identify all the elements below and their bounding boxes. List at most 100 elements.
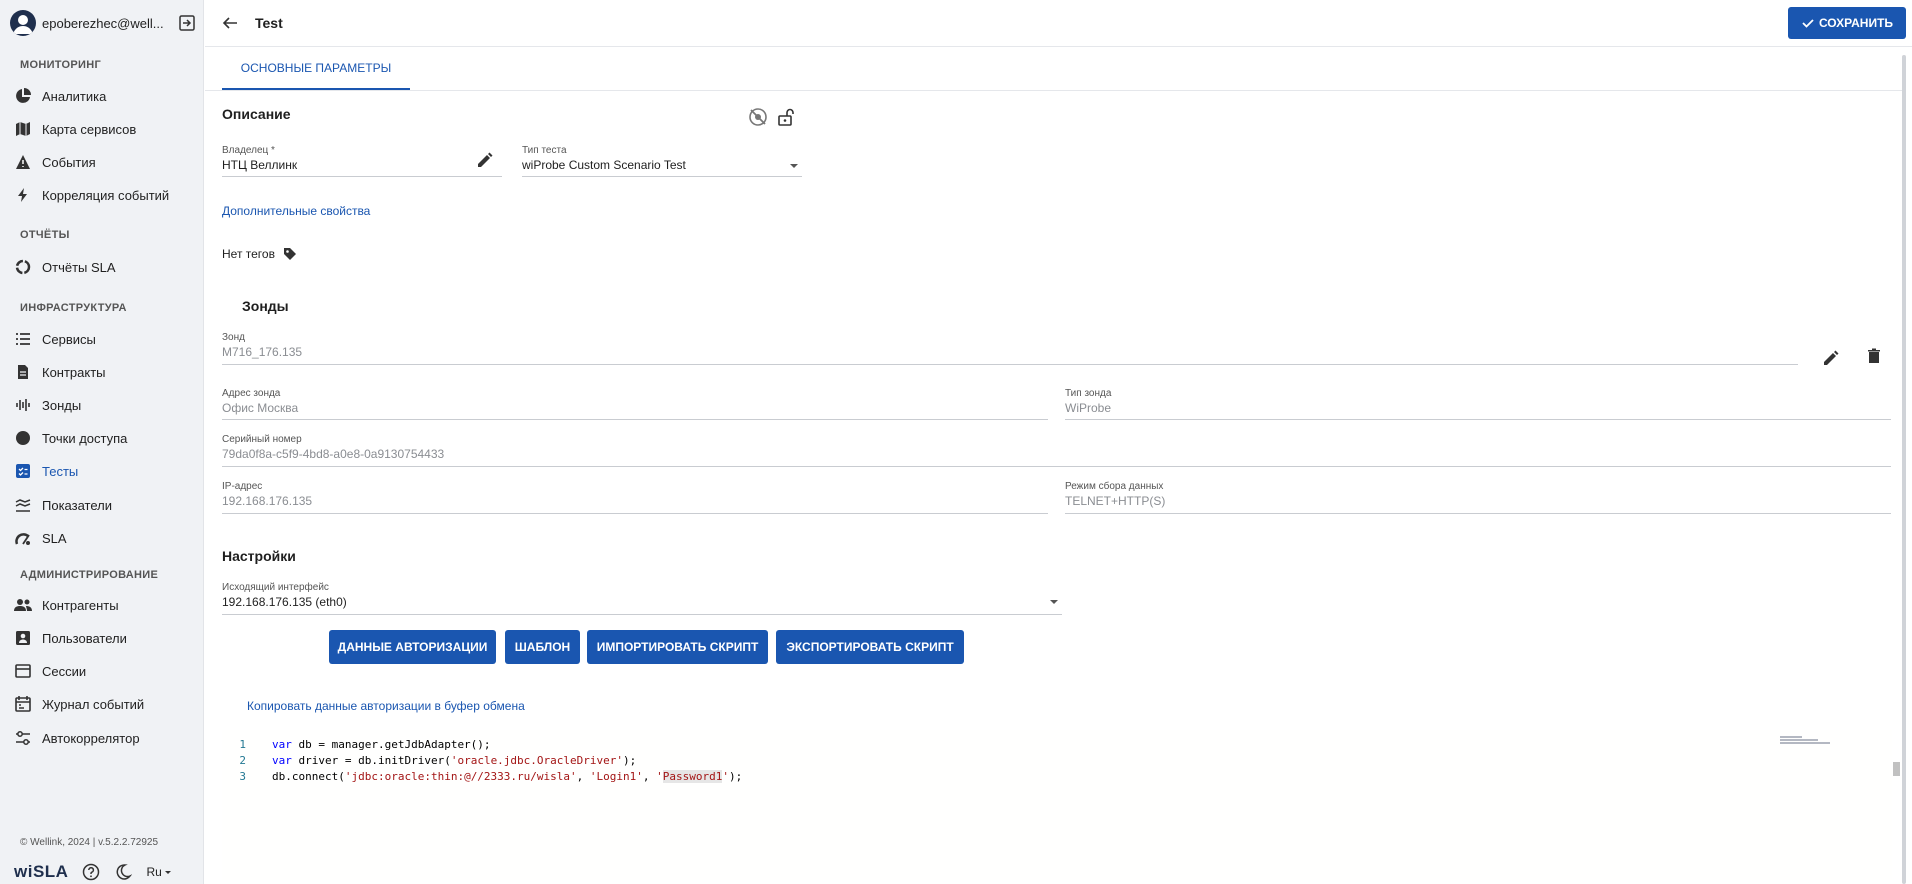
line-number: 3 <box>239 770 246 783</box>
probes-heading: Зонды <box>242 298 289 314</box>
ip-address-field: IP-адрес 192.168.176.135 <box>222 481 1048 514</box>
sidebar-item-label: Отчёты SLA <box>42 259 116 275</box>
auth-data-button[interactable]: ДАННЫЕ АВТОРИЗАЦИИ <box>329 630 496 664</box>
edit-icon[interactable] <box>1822 349 1842 369</box>
sidebar-item-label: Точки доступа <box>42 430 128 446</box>
sidebar-item-service-map[interactable]: Карта сервисов <box>14 118 136 140</box>
editor-scrollbar-thumb[interactable] <box>1893 762 1900 776</box>
sidebar-item-event-correlation[interactable]: Корреляция событий <box>14 184 169 206</box>
waveform-icon <box>14 396 32 414</box>
section-reports: ОТЧЁТЫ <box>20 229 70 241</box>
sidebar-item-metrics[interactable]: Показатели <box>14 494 112 516</box>
tab-divider <box>205 90 1905 91</box>
ip-address-label: IP-адрес <box>222 481 263 492</box>
additional-properties-link[interactable]: Дополнительные свойства <box>222 204 370 218</box>
outgoing-interface-label: Исходящий интерфейс <box>222 582 329 593</box>
sidebar-item-event-log[interactable]: Журнал событий <box>14 693 144 715</box>
test-type-select[interactable]: Тип теста wiProbe Custom Scenario Test <box>522 145 802 177</box>
visibility-off-icon[interactable] <box>748 107 768 127</box>
probe-field[interactable]: Зонд M716_176.135 <box>222 332 1798 365</box>
probe-type-value: WiProbe <box>1065 401 1112 415</box>
page-title: Test <box>255 15 283 31</box>
probe-address-field: Адрес зонда Офис Москва <box>222 388 1048 420</box>
minimap-line <box>1780 739 1818 741</box>
probe-type-label: Тип зонда <box>1065 388 1112 399</box>
tests-icon <box>14 462 32 480</box>
tab-main-parameters[interactable]: ОСНОВНЫЕ ПАРАМЕТРЫ <box>222 48 410 90</box>
section-infrastructure: ИНФРАСТРУКТУРА <box>20 302 127 314</box>
user-card-icon <box>14 629 32 647</box>
ip-address-value: 192.168.176.135 <box>222 494 313 508</box>
owner-field[interactable]: Владелец * НТЦ Веллинк <box>222 145 502 177</box>
dark-mode-icon[interactable] <box>114 863 133 881</box>
save-button-label: СОХРАНИТЬ <box>1818 16 1894 30</box>
editor-minimap[interactable] <box>1780 736 1890 746</box>
tag-icon[interactable] <box>283 247 297 261</box>
code-text: var driver = db.initDriver('oracle.jdbc.… <box>272 754 637 767</box>
outgoing-interface-value: 192.168.176.135 (eth0) <box>222 595 347 609</box>
edit-icon[interactable] <box>476 151 496 171</box>
serial-number-label: Серийный номер <box>222 434 302 445</box>
document-icon <box>14 363 32 381</box>
sidebar-item-sla-reports[interactable]: Отчёты SLA <box>14 256 116 278</box>
sidebar-item-autocorrelator[interactable]: Автокоррелятор <box>14 727 140 749</box>
section-monitoring: МОНИТОРИНГ <box>20 59 101 71</box>
sidebar-item-sessions[interactable]: Сессии <box>14 660 86 682</box>
help-icon[interactable] <box>82 863 100 881</box>
sidebar-item-counterparties[interactable]: Контрагенты <box>14 594 119 616</box>
no-tags-label: Нет тегов <box>222 247 275 261</box>
settings-heading: Настройки <box>222 548 296 564</box>
import-script-button[interactable]: ИМПОРТИРОВАТЬ СКРИПТ <box>587 630 768 664</box>
back-arrow-icon[interactable] <box>221 14 239 32</box>
sidebar-item-contracts[interactable]: Контракты <box>14 361 106 383</box>
people-icon <box>14 596 32 614</box>
delete-icon[interactable] <box>1865 347 1885 367</box>
outgoing-interface-select[interactable]: Исходящий интерфейс 192.168.176.135 (eth… <box>222 582 1062 615</box>
language-select[interactable]: Ru <box>146 865 173 879</box>
metrics-icon <box>14 496 32 514</box>
sidebar-item-label: Показатели <box>42 497 112 513</box>
sidebar-item-label: Сессии <box>42 663 87 679</box>
user-menu[interactable]: epoberezhec@well... <box>10 10 196 36</box>
section-administration: АДМИНИСТРИРОВАНИЕ <box>20 569 159 581</box>
owner-value: НТЦ Веллинк <box>222 158 298 172</box>
donut-chart-icon <box>14 258 32 276</box>
sidebar-item-label: Сервисы <box>42 331 96 347</box>
chevron-down-icon <box>1050 600 1058 604</box>
sidebar-item-events[interactable]: События <box>14 151 96 173</box>
logout-icon[interactable] <box>178 14 196 32</box>
collect-mode-field: Режим сбора данных TELNET+HTTP(S) <box>1065 481 1891 514</box>
save-button[interactable]: СОХРАНИТЬ <box>1788 7 1906 39</box>
minimap-line <box>1780 736 1802 738</box>
sidebar-item-sla[interactable]: SLA <box>14 527 67 549</box>
code-editor[interactable]: 1 var db = manager.getJdbAdapter(); 2 va… <box>222 730 1892 880</box>
sidebar-item-services[interactable]: Сервисы <box>14 328 96 350</box>
probe-type-field: Тип зонда WiProbe <box>1065 388 1891 420</box>
code-line: 1 var db = manager.getJdbAdapter(); <box>222 738 491 754</box>
chevron-down-icon <box>164 871 171 874</box>
line-number: 2 <box>239 754 246 767</box>
user-name: epoberezhec@well... <box>42 15 164 31</box>
sidebar: epoberezhec@well... МОНИТОРИНГ Аналитика… <box>0 0 204 884</box>
page-scrollbar[interactable] <box>1902 55 1906 884</box>
template-button[interactable]: ШАБЛОН <box>505 630 580 664</box>
description-heading: Описание <box>222 106 291 122</box>
sidebar-item-access-points[interactable]: Точки доступа <box>14 427 127 449</box>
sidebar-item-tests[interactable]: Тесты <box>14 460 78 482</box>
sidebar-item-probes[interactable]: Зонды <box>14 394 81 416</box>
map-icon <box>14 120 32 138</box>
sidebar-item-label: Контрагенты <box>42 597 119 613</box>
collect-mode-value: TELNET+HTTP(S) <box>1065 494 1166 508</box>
code-line: 3 db.connect('jdbc:oracle:thin:@//2333.r… <box>222 770 742 786</box>
lock-open-icon[interactable] <box>776 107 796 127</box>
export-script-button[interactable]: ЭКСПОРТИРОВАТЬ СКРИПТ <box>776 630 964 664</box>
minimap-line <box>1780 742 1830 744</box>
line-number: 1 <box>239 738 246 751</box>
code-text: var db = manager.getJdbAdapter(); <box>272 738 491 751</box>
copy-auth-link[interactable]: Копировать данные авторизации в буфер об… <box>247 699 525 713</box>
sidebar-item-label: Журнал событий <box>42 696 145 712</box>
lightning-icon <box>14 186 32 204</box>
sidebar-item-users[interactable]: Пользователи <box>14 627 127 649</box>
sidebar-item-analytics[interactable]: Аналитика <box>14 85 106 107</box>
owner-label: Владелец * <box>222 145 275 156</box>
